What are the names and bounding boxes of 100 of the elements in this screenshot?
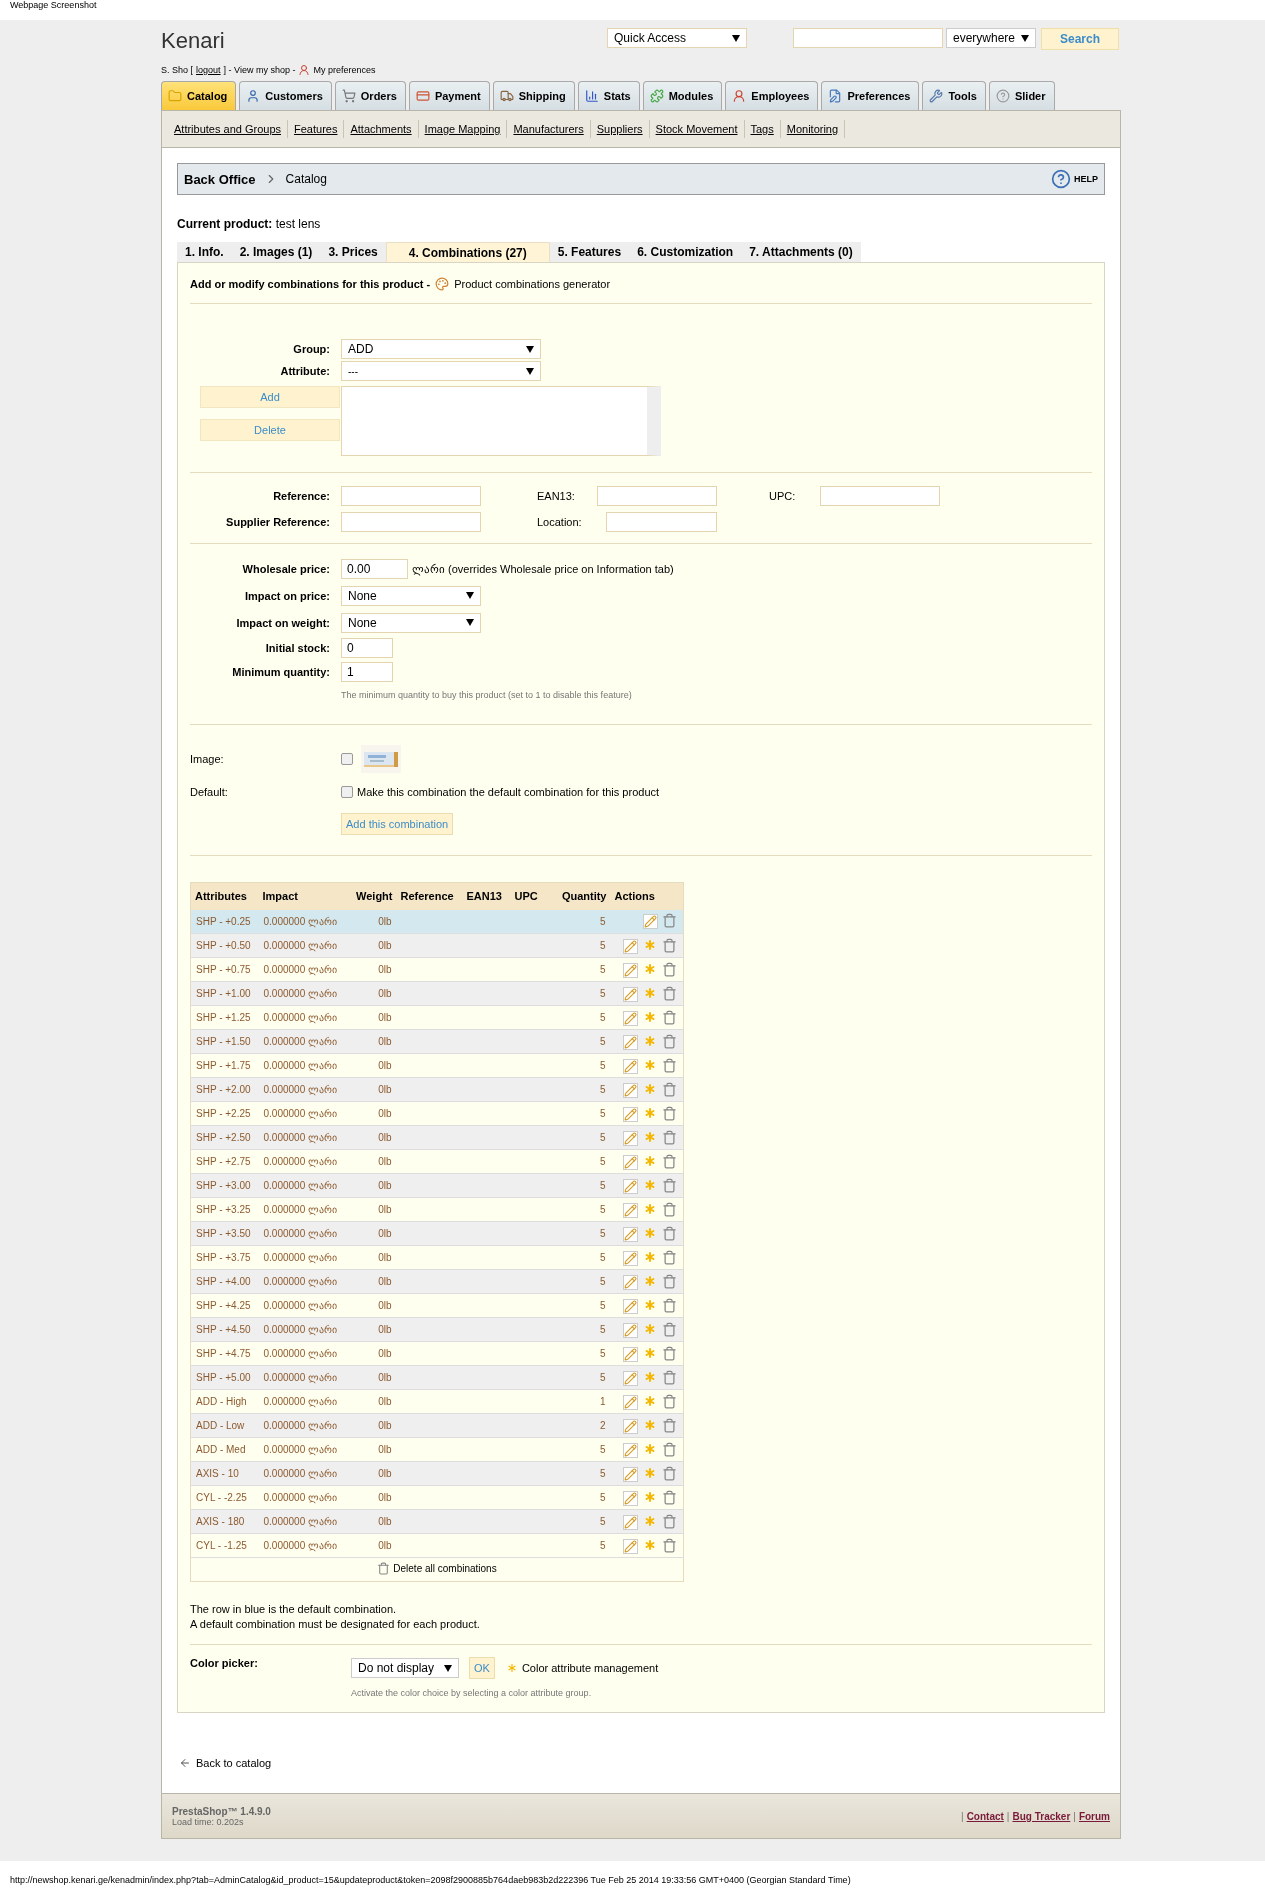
delete-button[interactable] <box>662 961 677 977</box>
preferences-link[interactable]: My preferences <box>313 65 376 75</box>
color-attribute-link[interactable]: Color attribute management <box>521 1662 659 1674</box>
delete-button[interactable] <box>662 1537 677 1553</box>
delete-button[interactable] <box>662 1441 677 1457</box>
edit-button[interactable] <box>623 1442 638 1458</box>
edit-button[interactable] <box>623 1538 638 1554</box>
sub-nav-link[interactable]: Manufacturers <box>507 120 591 138</box>
delete-all-button[interactable]: Delete all combinations <box>377 1562 497 1575</box>
combination-list[interactable] <box>341 386 661 456</box>
delete-button[interactable] <box>662 1345 677 1361</box>
edit-button[interactable] <box>623 1130 638 1146</box>
search-field[interactable] <box>793 28 943 48</box>
edit-button[interactable] <box>623 1082 638 1098</box>
edit-button[interactable] <box>623 1058 638 1074</box>
delete-button[interactable] <box>662 1081 677 1097</box>
edit-button[interactable] <box>623 1466 638 1482</box>
delete-button[interactable] <box>662 1225 677 1241</box>
delete-button[interactable] <box>662 1273 677 1289</box>
edit-button[interactable] <box>623 1370 638 1386</box>
main-tab[interactable]: Customers <box>239 81 332 110</box>
edit-button[interactable] <box>623 1250 638 1266</box>
delete-button[interactable] <box>662 1009 677 1025</box>
logout-link[interactable]: logout <box>196 65 221 75</box>
sub-nav-link[interactable]: Suppliers <box>590 120 650 138</box>
back-link[interactable]: Back to catalog <box>196 1757 272 1769</box>
main-tab[interactable]: Catalog <box>161 81 237 110</box>
edit-button[interactable] <box>623 1298 638 1314</box>
quick-access-select[interactable]: Quick Access <box>607 28 747 48</box>
product-tab[interactable]: 7. Attachments (0) <box>741 242 861 262</box>
edit-button[interactable] <box>623 1514 638 1530</box>
delete-button[interactable] <box>662 1033 677 1049</box>
product-tab[interactable]: 2. Images (1) <box>231 242 321 262</box>
minimum-quantity-field[interactable]: 1 <box>341 662 393 682</box>
delete-button[interactable] <box>662 1321 677 1337</box>
edit-button[interactable] <box>623 1322 638 1338</box>
product-tab[interactable]: 4. Combinations (27) <box>385 242 550 262</box>
main-tab[interactable]: Tools <box>922 81 986 110</box>
edit-button[interactable] <box>623 1418 638 1434</box>
main-tab[interactable]: Employees <box>725 81 819 110</box>
edit-button[interactable] <box>643 913 658 929</box>
delete-button[interactable] <box>662 1105 677 1121</box>
main-tab[interactable]: Modules <box>642 81 723 110</box>
delete-button[interactable] <box>662 1177 677 1193</box>
delete-button[interactable] <box>662 1297 677 1313</box>
main-tab[interactable]: Shipping <box>492 81 575 110</box>
delete-button[interactable] <box>662 1129 677 1145</box>
sub-nav-link[interactable]: Features <box>288 120 345 138</box>
location-field[interactable] <box>606 512 717 532</box>
help-link[interactable]: HELP <box>1051 169 1098 189</box>
footer-link[interactable]: Forum <box>1078 1810 1110 1822</box>
edit-button[interactable] <box>623 962 638 978</box>
reference-field[interactable] <box>341 486 481 506</box>
edit-button[interactable] <box>623 1226 638 1242</box>
group-select[interactable]: ADD <box>341 339 541 359</box>
delete-button[interactable] <box>662 1489 677 1505</box>
breadcrumb-link[interactable]: Back Office <box>184 171 256 187</box>
sub-nav-link[interactable]: Image Mapping <box>418 120 508 138</box>
edit-button[interactable] <box>623 1154 638 1170</box>
delete-button[interactable] <box>662 1201 677 1217</box>
edit-button[interactable] <box>623 1394 638 1410</box>
delete-button[interactable] <box>662 1369 677 1385</box>
initial-stock-field[interactable]: 0 <box>341 638 393 658</box>
delete-button[interactable] <box>662 1393 677 1409</box>
edit-button[interactable] <box>623 1490 638 1506</box>
sub-nav-link[interactable]: Tags <box>744 120 781 138</box>
delete-button[interactable] <box>662 937 677 953</box>
color-picker-select[interactable]: Do not display <box>351 1658 459 1678</box>
sub-nav-link[interactable]: Attributes and Groups <box>168 120 288 138</box>
default-checkbox[interactable] <box>341 786 353 798</box>
supplier-reference-field[interactable] <box>341 512 481 532</box>
impact-price-select[interactable]: None <box>341 585 481 606</box>
product-tab[interactable]: 6. Customization <box>629 242 742 262</box>
search-scope-select[interactable]: everywhere <box>946 28 1036 48</box>
delete-button[interactable] <box>662 1513 677 1529</box>
delete-button[interactable] <box>662 1057 677 1073</box>
sub-nav-link[interactable]: Attachments <box>344 120 419 138</box>
delete-button[interactable] <box>662 985 677 1001</box>
edit-button[interactable] <box>623 1034 638 1050</box>
edit-button[interactable] <box>623 938 638 954</box>
edit-button[interactable] <box>623 1106 638 1122</box>
edit-button[interactable] <box>623 1178 638 1194</box>
generator-link[interactable]: Product combinations generator <box>454 278 611 290</box>
footer-link[interactable]: Contact <box>966 1810 1004 1822</box>
edit-button[interactable] <box>623 1202 638 1218</box>
footer-link[interactable]: Bug Tracker <box>1012 1810 1071 1822</box>
wholesale-price-field[interactable]: 0.00 <box>341 559 408 579</box>
delete-button[interactable] <box>662 1465 677 1481</box>
delete-button[interactable] <box>662 1249 677 1265</box>
sub-nav-link[interactable]: Monitoring <box>780 120 846 138</box>
edit-button[interactable] <box>623 986 638 1002</box>
main-tab[interactable]: Preferences <box>821 81 920 110</box>
main-tab[interactable]: Stats <box>577 81 640 110</box>
delete-button[interactable] <box>662 1417 677 1433</box>
ean13-field[interactable] <box>597 486 717 506</box>
impact-weight-select[interactable]: None <box>341 612 481 633</box>
image-checkbox[interactable] <box>341 753 353 765</box>
edit-button[interactable] <box>623 1010 638 1026</box>
product-tab[interactable]: 1. Info. <box>177 242 232 262</box>
main-tab[interactable]: Payment <box>408 81 490 110</box>
